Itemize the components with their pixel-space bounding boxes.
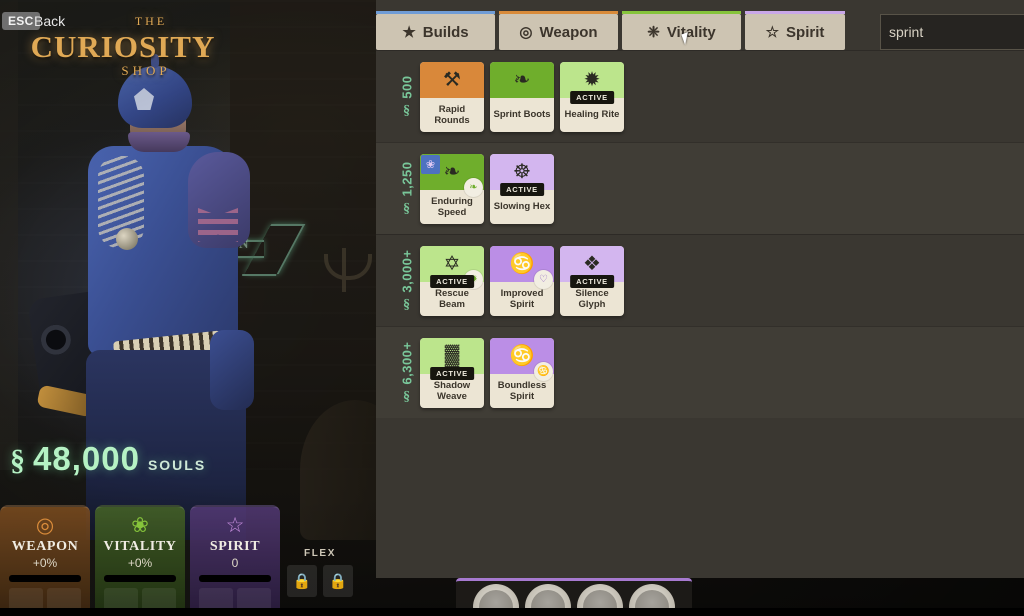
stat-name-weapon: WEAPON (11, 539, 79, 554)
stat-card-vitality[interactable]: ❀ VITALITY +0% (95, 505, 185, 616)
tab-vitality[interactable]: ❈ Vitality (622, 11, 741, 50)
item-upgrade-badge-icon: ❧ (464, 177, 483, 197)
tab-builds-label: Builds (422, 23, 469, 41)
flex-label: FLEX (304, 548, 336, 559)
item-list: ▓ ACTIVE Shadow Weave ♋ ♋ Boundless Spirit (420, 328, 554, 418)
search-box[interactable]: × (880, 14, 1024, 50)
shop-item-card[interactable]: ☸ ACTIVE Slowing Hex (490, 153, 554, 224)
souls-amount: 48,000 (33, 440, 140, 477)
shop-item-card[interactable]: ❧ ❀ ❧ Enduring Speed (420, 153, 484, 224)
item-component-badge-icon: ❀ (421, 154, 440, 174)
item-icon: ❧ (490, 61, 554, 98)
tier-cost-label: § 6,300+ (394, 342, 420, 404)
star-outline-icon: ☆ (765, 23, 780, 41)
tier-cost-label: § 1,250 (394, 162, 420, 216)
souls-label: SOULS (147, 457, 207, 473)
flex-slot-group: FLEX 🔒 🔒 (280, 548, 360, 597)
tier-row: § 3,000+ ✡✹ACTIVERescue Beam♋♡Improved Spi… (376, 234, 1024, 326)
shop-item-card[interactable]: ♋ ♋ Boundless Spirit (490, 337, 554, 408)
tab-vitality-label: Vitality (666, 23, 716, 41)
souls-icon: § (399, 295, 414, 312)
tab-spirit[interactable]: ☆ Spirit (745, 11, 845, 50)
vitality-icon: ❀ (131, 514, 149, 537)
stat-bar-spirit (199, 575, 271, 582)
weapon-icon: ◎ (35, 514, 55, 537)
item-list: ✡✹ACTIVERescue Beam♋♡Improved Spirit❖ACT… (420, 236, 624, 326)
tab-weapon[interactable]: ◎ Weapon (499, 11, 618, 50)
tier-row: § 6,300+ ▓ ACTIVE Shadow Weave ♋ ♋ Boundless Sp… (376, 326, 1024, 418)
shop-logo-the: THE (134, 14, 168, 28)
shop-item-card[interactable]: ✹ ACTIVE Healing Rite (560, 61, 624, 132)
item-icon: ⚒ (420, 61, 484, 98)
active-badge: ACTIVE (430, 366, 474, 380)
shop-item-rows: § 500 ⚒ Rapid Rounds ❧ Sprint Boots ✹ ACTIVE Hea… (376, 50, 1024, 578)
tier-cost-label: § 500 (394, 76, 420, 118)
shop-item-card[interactable]: ❖ ACTIVE Silence Glyph (560, 245, 624, 316)
tier-row: § 500 ⚒ Rapid Rounds ❧ Sprint Boots ✹ ACTIVE Hea… (376, 50, 1024, 142)
stat-bar-vitality (104, 575, 176, 582)
souls-icon: § (399, 387, 414, 404)
shop-logo: THE CURIOSITY SHOP (18, 14, 228, 94)
tier-cost-value: 3,000+ (399, 249, 415, 293)
tier-row: § 1,250 ❧ ❀ ❧ Enduring Speed ☸ ACTIVE Slowing He… (376, 142, 1024, 234)
item-list: ❧ ❀ ❧ Enduring Speed ☸ ACTIVE Slowing Hex (420, 144, 554, 234)
shop-item-card[interactable]: ⚒ Rapid Rounds (420, 61, 484, 132)
item-name-label: Rapid Rounds (434, 104, 470, 126)
item-list: ⚒ Rapid Rounds ❧ Sprint Boots ✹ ACTIVE Healing… (420, 52, 624, 142)
shop-item-card[interactable]: ♋ ♡ Improved Spirit (490, 245, 554, 316)
active-badge: ACTIVE (570, 90, 614, 104)
game-screen: IN ESC Back 0:55 THE CURIOSITY SHOP § 48… (0, 0, 1024, 616)
character-mask (128, 132, 190, 152)
stat-value-spirit: 0 (231, 556, 239, 570)
shop-logo-main: CURIOSITY (30, 29, 216, 64)
screen-bottom-letterbox (0, 608, 1024, 616)
shield-icon: ❈ (647, 23, 660, 41)
tier-cost-value: 500 (399, 75, 415, 99)
tier-cost-value: 1,250 (399, 161, 415, 197)
shop-panel: ★ Builds ◎ Weapon ❈ Vitality ☆ Spirit § 5… (376, 0, 1024, 578)
item-icon: ♋ ♋ (490, 337, 554, 381)
item-icon: ♋ ♡ (490, 245, 554, 289)
souls-icon: § (399, 199, 414, 216)
character-arm (210, 330, 254, 410)
stat-value-weapon: +0% (32, 556, 58, 570)
search-input[interactable] (889, 24, 1024, 40)
stat-card-weapon[interactable]: ◎ WEAPON +0% (0, 505, 90, 616)
stat-card-spirit[interactable]: ☆ SPIRIT 0 (190, 505, 280, 616)
item-upgrade-badge-icon: ♋ (534, 361, 553, 381)
stat-name-spirit: SPIRIT (209, 539, 261, 554)
shop-item-card[interactable]: ❧ Sprint Boots (490, 61, 554, 132)
lock-icon[interactable]: 🔒 (287, 565, 317, 597)
souls-icon: § (10, 444, 25, 477)
item-icon: ❧ ❀ ❧ (420, 153, 484, 197)
stat-name-vitality: VITALITY (103, 539, 177, 554)
souls-counter: § 48,000 SOULS (10, 440, 206, 478)
souls-icon: § (399, 101, 414, 118)
stat-value-vitality: +0% (127, 556, 153, 570)
active-badge: ACTIVE (430, 274, 474, 288)
active-badge: ACTIVE (570, 274, 614, 288)
active-badge: ACTIVE (500, 182, 544, 196)
shop-logo-shop: SHOP (121, 63, 171, 78)
spirit-icon: ☆ (225, 514, 245, 537)
star-icon: ★ (402, 23, 416, 41)
tab-builds[interactable]: ★ Builds (376, 11, 495, 50)
tab-weapon-label: Weapon (539, 23, 598, 41)
stat-bar-weapon (9, 575, 81, 582)
stat-panel-row: ◎ WEAPON +0% ❀ VITALITY +0% ☆ SPIRIT 0 (0, 505, 280, 616)
lock-icon[interactable]: 🔒 (323, 565, 353, 597)
tier-cost-label: § 3,000+ (394, 250, 420, 312)
item-name-label: Sprint Boots (493, 109, 551, 121)
tab-spirit-label: Spirit (786, 23, 825, 41)
flex-slots: 🔒 🔒 (280, 565, 360, 597)
item-upgrade-badge-icon: ♡ (534, 269, 553, 289)
tier-cost-value: 6,300+ (399, 341, 415, 385)
target-icon: ◎ (519, 23, 533, 41)
character-medal (116, 228, 138, 250)
shop-item-card[interactable]: ✡✹ACTIVERescue Beam (420, 245, 484, 316)
shop-item-card[interactable]: ▓ ACTIVE Shadow Weave (420, 337, 484, 408)
